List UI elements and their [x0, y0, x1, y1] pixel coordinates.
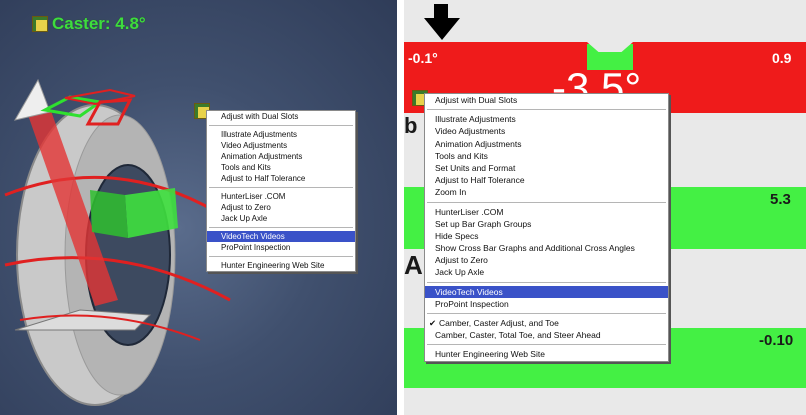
menu-separator: [209, 227, 353, 228]
menu-item[interactable]: VideoTech Videos: [207, 231, 355, 242]
top-left-value: -0.1°: [408, 50, 438, 66]
panel-divider: [397, 0, 404, 415]
menu-separator: [427, 313, 666, 314]
menu-item[interactable]: Adjust with Dual Slots: [207, 111, 355, 122]
menu-item[interactable]: Tools and Kits: [425, 150, 668, 162]
menu-item[interactable]: ✔ Camber, Caster Adjust, and Toe: [425, 317, 668, 329]
top-right-value: 0.9: [772, 50, 792, 66]
menu-item[interactable]: Jack Up Axle: [425, 266, 668, 278]
menu-item[interactable]: Tools and Kits: [207, 162, 355, 173]
checkmark-icon: ✔: [429, 318, 437, 328]
menu-item[interactable]: ProPoint Inspection: [207, 242, 355, 253]
menu-item[interactable]: Hide Specs: [425, 230, 668, 242]
upper-right-value: 5.3: [770, 191, 791, 208]
down-arrow-icon: [424, 4, 460, 40]
context-menu-left: Adjust with Dual Slots Illustrate Adjustm…: [206, 110, 356, 272]
menu-item[interactable]: Zoom In: [425, 186, 668, 198]
menu-item[interactable]: Adjust to Zero: [207, 202, 355, 213]
menu-separator: [427, 201, 666, 203]
right-bar-graph-panel: -0.1° 0.9 -3.5° b A o 5.3 -0.10 Adjust w…: [404, 0, 806, 415]
menu-item-label: Camber, Caster Adjust, and Toe: [439, 318, 559, 328]
menu-item[interactable]: Adjust with Dual Slots: [425, 94, 668, 106]
menu-item[interactable]: HunterLiser .COM: [207, 191, 355, 202]
menu-item[interactable]: ProPoint Inspection: [425, 298, 668, 310]
menu-item[interactable]: Animation Adjustments: [207, 151, 355, 162]
menu-item[interactable]: Set up Bar Graph Groups: [425, 218, 668, 230]
menu-item[interactable]: Illustrate Adjustments: [425, 113, 668, 125]
menu-separator: [209, 125, 353, 126]
menu-separator: [427, 281, 666, 283]
menu-separator: [209, 256, 353, 257]
menu-item[interactable]: VideoTech Videos: [425, 285, 668, 298]
menu-item[interactable]: Animation Adjustments: [425, 138, 668, 150]
menu-item[interactable]: Camber, Caster, Total Toe, and Steer Ahe…: [425, 329, 668, 341]
side-label-b: b: [404, 113, 418, 138]
menu-item[interactable]: Illustrate Adjustments: [207, 129, 355, 140]
menu-item[interactable]: Hunter Engineering Web Site: [425, 348, 668, 360]
menu-item[interactable]: Adjust to Half Tolerance: [425, 174, 668, 186]
menu-item[interactable]: Video Adjustments: [425, 125, 668, 137]
menu-item[interactable]: Video Adjustments: [207, 140, 355, 151]
menu-item[interactable]: Show Cross Bar Graphs and Additional Cro…: [425, 242, 668, 254]
context-menu-right: Adjust with Dual Slots Illustrate Adjustm…: [424, 93, 669, 362]
menu-separator: [427, 344, 666, 346]
side-label-a: A: [404, 250, 423, 280]
menu-separator: [427, 109, 666, 111]
menu-item[interactable]: Jack Up Axle: [207, 213, 355, 224]
left-3d-wheel-panel: Caster: 4.8° Adjust with Dual Slots Illus…: [0, 0, 397, 415]
menu-item[interactable]: HunterLiser .COM: [425, 206, 668, 218]
menu-item[interactable]: Set Units and Format: [425, 162, 668, 174]
menu-item[interactable]: Adjust to Zero: [425, 254, 668, 266]
menu-separator: [209, 187, 353, 188]
menu-item[interactable]: Hunter Engineering Web Site: [207, 260, 355, 271]
adjustment-plate-2: [90, 190, 128, 238]
menu-item[interactable]: Adjust to Half Tolerance: [207, 173, 355, 184]
lower-right-value: -0.10: [759, 332, 794, 349]
